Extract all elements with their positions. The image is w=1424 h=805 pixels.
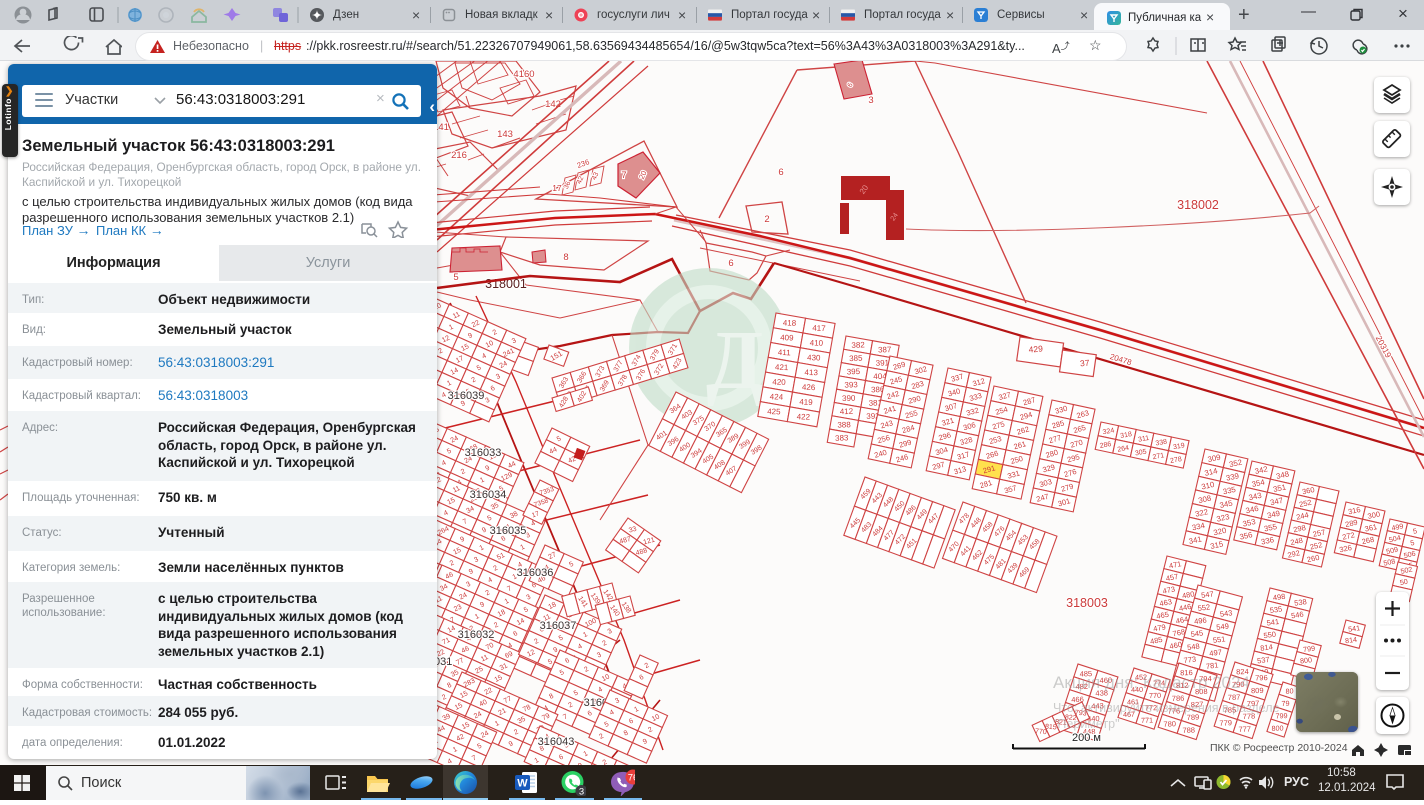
svg-text:781: 781 <box>1205 660 1219 670</box>
svg-text:551: 551 <box>1212 634 1226 644</box>
svg-text:409: 409 <box>780 333 794 342</box>
svg-text:424: 424 <box>770 392 784 401</box>
svg-text:410: 410 <box>810 338 824 347</box>
svg-text:6: 6 <box>728 258 733 269</box>
svg-text:550: 550 <box>1263 630 1277 641</box>
svg-text:2: 2 <box>764 214 769 225</box>
svg-text:318003: 318003 <box>1066 596 1108 610</box>
svg-text:413: 413 <box>804 368 818 377</box>
svg-text:421: 421 <box>775 363 789 372</box>
svg-text:390: 390 <box>842 394 856 403</box>
svg-text:37: 37 <box>1080 358 1091 369</box>
svg-text:541: 541 <box>1266 617 1280 628</box>
svg-text:7: 7 <box>621 170 626 181</box>
svg-text:383: 383 <box>835 433 849 442</box>
svg-text:799: 799 <box>1303 644 1316 654</box>
svg-text:420: 420 <box>772 377 786 386</box>
svg-text:316032: 316032 <box>458 629 495 641</box>
svg-text:17: 17 <box>552 183 562 193</box>
svg-text:Д: Д <box>706 314 764 407</box>
svg-text:316033: 316033 <box>465 447 502 459</box>
svg-text:216: 216 <box>451 150 467 161</box>
svg-text:3: 3 <box>579 787 584 796</box>
svg-text:422: 422 <box>797 412 811 421</box>
svg-text:543: 543 <box>1219 608 1233 618</box>
svg-text:545: 545 <box>1190 628 1204 638</box>
svg-text:498: 498 <box>1272 592 1286 603</box>
svg-text:814: 814 <box>1260 642 1274 653</box>
svg-text:4160: 4160 <box>513 69 534 80</box>
svg-text:142: 142 <box>545 99 561 110</box>
svg-text:316035: 316035 <box>490 525 527 537</box>
svg-text:418: 418 <box>783 318 797 327</box>
svg-text:W: W <box>517 778 528 790</box>
svg-text:3: 3 <box>868 95 873 106</box>
svg-text:800: 800 <box>1299 655 1312 665</box>
svg-text:426: 426 <box>802 383 816 392</box>
svg-text:541: 541 <box>1348 623 1361 633</box>
svg-text:537: 537 <box>1257 655 1271 666</box>
svg-text:419: 419 <box>799 397 813 406</box>
svg-text:411: 411 <box>778 348 792 357</box>
svg-text:535: 535 <box>1269 604 1283 615</box>
svg-text:497: 497 <box>1209 648 1223 658</box>
svg-text:430: 430 <box>807 353 821 362</box>
svg-text:538: 538 <box>1294 597 1308 608</box>
svg-text:316039: 316039 <box>448 390 485 402</box>
svg-text:385: 385 <box>849 354 863 363</box>
svg-text:316036: 316036 <box>517 567 554 579</box>
svg-text:382: 382 <box>851 340 865 349</box>
svg-text:496: 496 <box>1194 615 1208 625</box>
svg-text:76: 76 <box>628 773 635 784</box>
svg-text:429: 429 <box>1028 343 1043 354</box>
svg-text:393: 393 <box>844 380 858 389</box>
svg-text:417: 417 <box>812 324 826 333</box>
svg-text:143: 143 <box>497 129 513 140</box>
svg-text:8: 8 <box>563 252 568 263</box>
svg-text:546: 546 <box>1290 610 1304 621</box>
svg-text:547: 547 <box>1201 589 1215 599</box>
svg-text:387: 387 <box>878 345 892 354</box>
svg-text:552: 552 <box>1197 602 1211 612</box>
svg-text:814: 814 <box>1345 635 1358 645</box>
svg-text:5: 5 <box>453 272 458 283</box>
svg-text:412: 412 <box>840 407 854 416</box>
svg-text:316034: 316034 <box>470 489 507 501</box>
svg-text:388: 388 <box>837 420 851 429</box>
svg-text:773: 773 <box>1183 655 1197 665</box>
svg-text:236: 236 <box>576 157 591 170</box>
svg-text:549: 549 <box>1216 621 1230 631</box>
svg-text:316037: 316037 <box>540 620 577 632</box>
svg-text:200 м: 200 м <box>1072 732 1101 744</box>
svg-text:548: 548 <box>1187 642 1201 652</box>
svg-text:395: 395 <box>847 367 861 376</box>
svg-text:318002: 318002 <box>1177 198 1219 212</box>
svg-text:316043: 316043 <box>538 736 575 748</box>
svg-text:6: 6 <box>778 167 783 178</box>
svg-text:425: 425 <box>767 407 781 416</box>
